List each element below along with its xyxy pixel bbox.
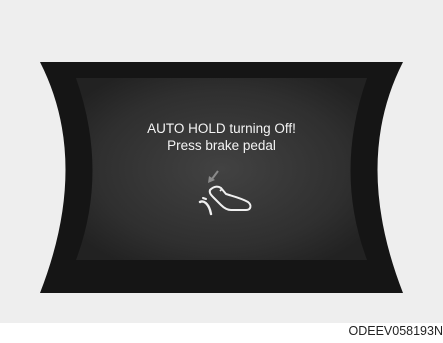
message-line-2: Press brake pedal: [167, 138, 276, 153]
warning-message: AUTO HOLD turning Off! Press brake pedal: [95, 120, 348, 154]
figure-code: ODEEV058193N: [348, 324, 443, 338]
brake-pedal-icon: [198, 170, 252, 216]
message-line-1: AUTO HOLD turning Off!: [147, 121, 296, 136]
